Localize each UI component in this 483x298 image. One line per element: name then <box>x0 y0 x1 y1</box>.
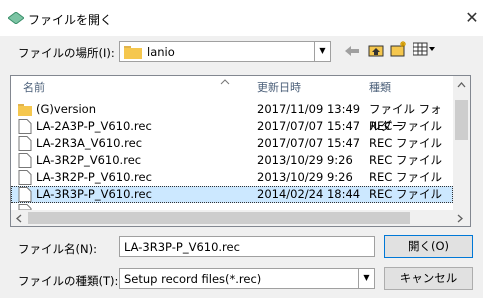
list-item[interactable]: LA-2A3P-P_V610.rec 2017/07/07 15:47 REC … <box>11 118 453 135</box>
cancel-button[interactable]: キャンセル <box>384 267 473 290</box>
file-name: LA-3R2P_V610.rec <box>36 153 142 167</box>
file-date: 2017/07/07 15:47 <box>257 136 361 150</box>
column-header-type[interactable]: 種類 <box>369 76 391 98</box>
file-name: LA-3R2P-P_V610.rec <box>36 170 152 184</box>
back-arrow-icon[interactable] <box>345 45 359 57</box>
file-name: LA-2R3A_V610.rec <box>36 136 143 150</box>
file-icon <box>18 187 32 202</box>
file-icon <box>18 136 32 151</box>
file-type: REC ファイル <box>369 119 442 133</box>
column-header-date[interactable]: 更新日時 <box>257 76 301 98</box>
file-type: REC ファイル <box>369 187 442 201</box>
horizontal-scrollbar[interactable] <box>11 210 470 226</box>
folder-icon <box>18 104 32 116</box>
file-type: REC ファイル <box>369 153 442 167</box>
view-menu-icon[interactable] <box>413 42 435 56</box>
file-type: REC ファイル <box>369 136 442 150</box>
file-name: LA-3R3P-P_V610.rec <box>36 187 152 201</box>
close-icon[interactable]: ✕ <box>462 8 482 28</box>
file-date: 2014/02/24 18:44 <box>257 187 361 201</box>
location-label: ファイルの場所(I): <box>18 46 115 60</box>
filename-input[interactable]: LA-3R3P-P_V610.rec <box>119 236 375 257</box>
location-combo[interactable]: lanio ▼ <box>119 41 331 62</box>
filetype-select[interactable]: Setup record files(*.rec) ▼ <box>119 268 375 289</box>
scroll-right-icon[interactable] <box>457 214 463 223</box>
up-folder-icon[interactable] <box>368 42 384 58</box>
list-item[interactable]: LA-2R3A_V610.rec 2017/07/07 15:47 REC ファ… <box>11 135 453 152</box>
file-icon <box>18 119 32 134</box>
file-date: 2013/10/29 9:26 <box>257 153 353 167</box>
file-icon <box>18 170 32 185</box>
list-item[interactable]: LA-3R2P-P_V610.rec 2013/10/29 9:26 REC フ… <box>11 169 453 186</box>
location-value: lanio <box>147 45 175 59</box>
column-header-name[interactable]: 名前 <box>23 76 45 98</box>
scroll-up-icon[interactable] <box>457 82 466 88</box>
new-folder-icon[interactable] <box>390 40 408 58</box>
sort-chevron-icon <box>220 79 230 85</box>
list-item-partial[interactable] <box>11 203 453 210</box>
filetype-label: ファイルの種類(T): <box>18 274 119 288</box>
open-file-app-icon <box>8 12 24 24</box>
filename-value: LA-3R3P-P_V610.rec <box>124 240 240 254</box>
folder-icon <box>124 46 142 59</box>
list-item[interactable]: (G)version 2017/11/09 13:49 ファイル フォルダー <box>11 101 453 133</box>
vertical-scrollbar[interactable] <box>453 76 470 211</box>
chevron-down-icon[interactable]: ▼ <box>358 269 374 288</box>
file-list[interactable]: 名前 更新日時 種類 (G)version 2017/11/09 13:49 フ… <box>10 75 471 227</box>
filename-label: ファイル名(N): <box>18 242 97 256</box>
filetype-value: Setup record files(*.rec) <box>124 272 262 286</box>
list-item-selected[interactable]: LA-3R3P-P_V610.rec 2014/02/24 18:44 REC … <box>11 186 453 203</box>
file-icon <box>18 153 32 168</box>
scroll-left-icon[interactable] <box>16 214 22 223</box>
file-date: 2013/10/29 9:26 <box>257 170 353 184</box>
file-date: 2017/07/07 15:47 <box>257 119 361 133</box>
window-title: ファイルを開く <box>28 13 113 27</box>
horizontal-scroll-thumb[interactable] <box>28 212 410 224</box>
file-name: (G)version <box>36 102 97 116</box>
chevron-down-icon[interactable]: ▼ <box>314 42 330 61</box>
file-date: 2017/11/09 13:49 <box>257 102 361 116</box>
open-button[interactable]: 開く(O) <box>384 235 473 258</box>
list-item[interactable]: LA-3R2P_V610.rec 2013/10/29 9:26 REC ファイ… <box>11 152 453 169</box>
file-type: REC ファイル <box>369 170 442 184</box>
file-name: LA-2A3P-P_V610.rec <box>36 119 152 133</box>
title-bar: ファイルを開く ✕ <box>0 0 483 36</box>
vertical-scroll-thumb[interactable] <box>455 100 468 140</box>
